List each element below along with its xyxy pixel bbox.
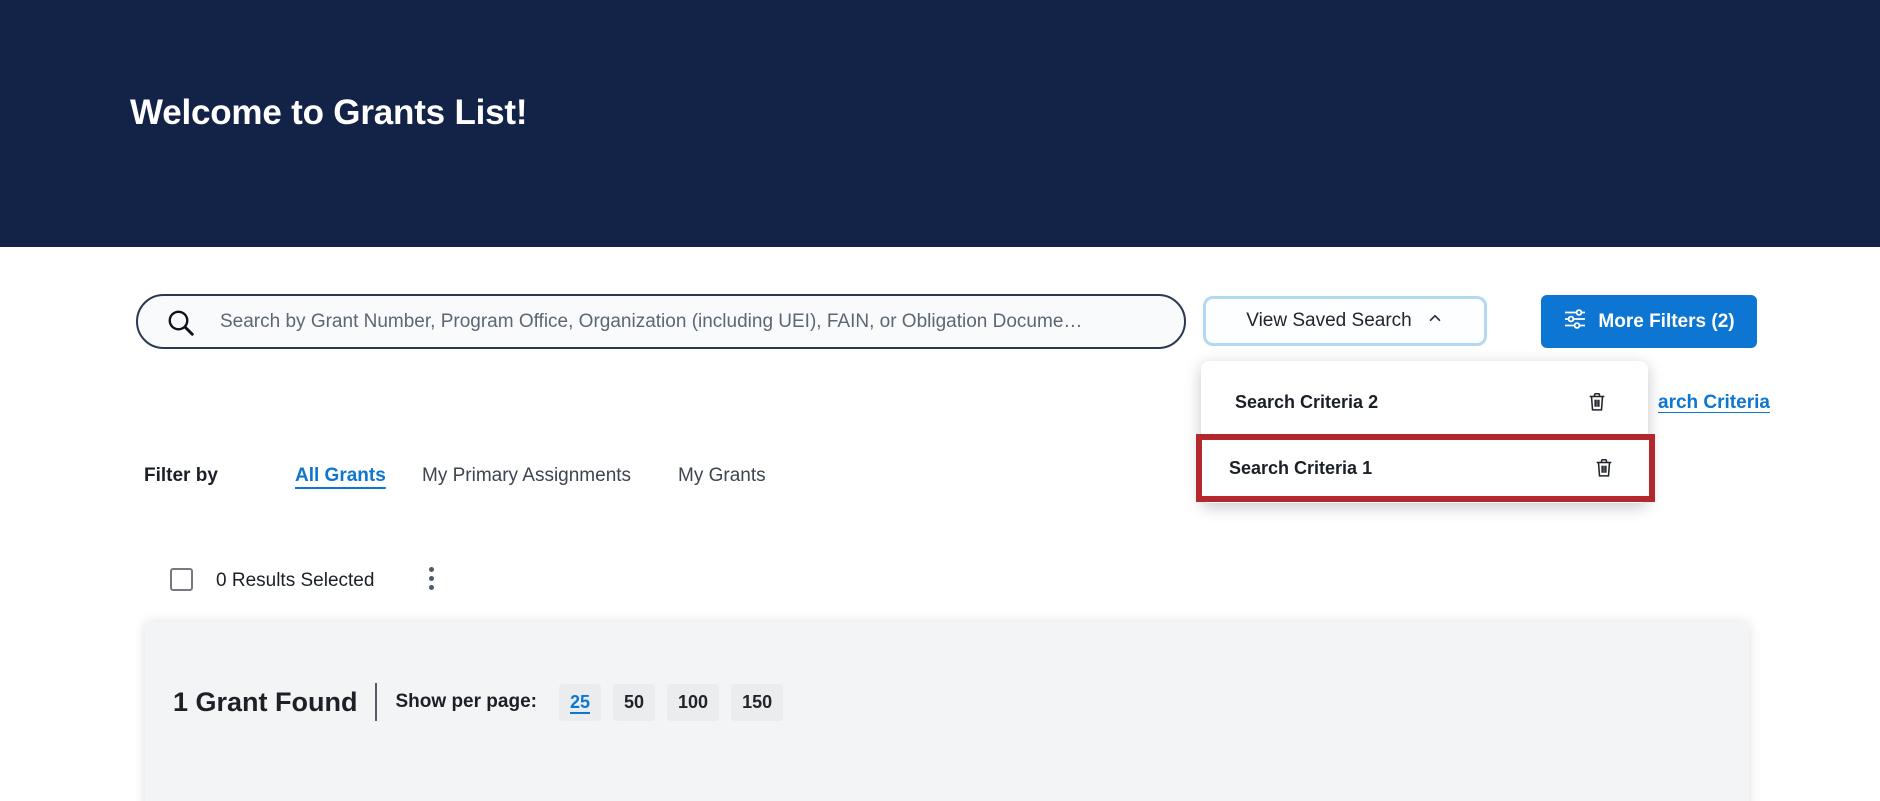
view-saved-search-label: View Saved Search xyxy=(1246,310,1411,332)
saved-search-item-label: Search Criteria 1 xyxy=(1229,458,1372,479)
divider xyxy=(375,683,377,721)
tab-all-grants[interactable]: All Grants xyxy=(295,465,386,487)
page-size-100[interactable]: 100 xyxy=(667,684,719,721)
results-selected-label: 0 Results Selected xyxy=(216,570,374,592)
search-icon xyxy=(166,308,196,338)
filter-sliders-icon xyxy=(1563,307,1587,337)
more-filters-label: More Filters (2) xyxy=(1598,311,1734,333)
filter-by-label: Filter by xyxy=(144,465,218,487)
save-search-criteria-link[interactable]: arch Criteria xyxy=(1658,392,1770,414)
page-size-50[interactable]: 50 xyxy=(613,684,655,721)
chevron-up-icon xyxy=(1426,309,1444,333)
saved-search-item[interactable]: Search Criteria 2 xyxy=(1201,381,1648,423)
page-size-150[interactable]: 150 xyxy=(731,684,783,721)
show-per-page-label: Show per page: xyxy=(396,691,537,713)
results-panel: 1 Grant Found Show per page: 25 50 100 1… xyxy=(145,622,1749,801)
select-all-checkbox[interactable] xyxy=(170,568,193,591)
search-bar xyxy=(136,294,1186,349)
page-size-options: 25 50 100 150 xyxy=(559,684,783,721)
hero-banner: Welcome to Grants List! xyxy=(0,0,1880,247)
tab-my-primary-assignments[interactable]: My Primary Assignments xyxy=(422,465,631,487)
kebab-menu-icon[interactable] xyxy=(429,567,435,590)
saved-search-item-highlighted[interactable]: Search Criteria 1 xyxy=(1196,434,1655,502)
more-filters-button[interactable]: More Filters (2) xyxy=(1541,295,1757,348)
trash-icon[interactable] xyxy=(1586,391,1608,413)
view-saved-search-button[interactable]: View Saved Search xyxy=(1203,296,1487,346)
saved-search-item-label: Search Criteria 2 xyxy=(1235,392,1378,413)
page-size-25[interactable]: 25 xyxy=(559,684,601,721)
results-count: 1 Grant Found xyxy=(173,687,358,718)
search-input[interactable] xyxy=(220,298,1170,345)
trash-icon[interactable] xyxy=(1593,457,1615,479)
page-title: Welcome to Grants List! xyxy=(130,93,527,133)
results-header: 1 Grant Found Show per page: 25 50 100 1… xyxy=(173,680,783,724)
grants-list-page: Welcome to Grants List! View Saved Searc… xyxy=(0,0,1880,801)
tab-my-grants[interactable]: My Grants xyxy=(678,465,766,487)
